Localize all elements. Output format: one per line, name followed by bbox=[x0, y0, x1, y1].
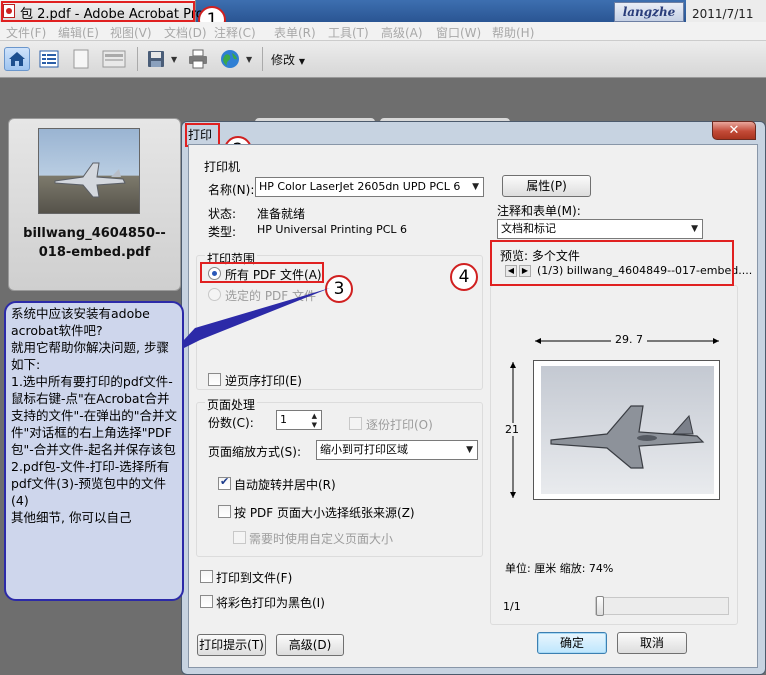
save-icon bbox=[148, 51, 164, 67]
annotation-number-4: 4 bbox=[450, 263, 478, 291]
status-value: 准备就绪 bbox=[257, 207, 306, 221]
preview-width-value: 29. 7 bbox=[611, 333, 647, 346]
choose-paper-checkbox[interactable] bbox=[218, 505, 231, 518]
menu-forms[interactable]: 表单(R) bbox=[274, 24, 316, 41]
close-button[interactable]: ✕ bbox=[712, 121, 756, 140]
menu-tools[interactable]: 工具(T) bbox=[328, 24, 369, 41]
slider-thumb[interactable] bbox=[596, 596, 604, 616]
collate-checkbox[interactable] bbox=[349, 417, 362, 430]
menu-comments[interactable]: 注释(C) bbox=[214, 24, 256, 41]
print-to-file-checkbox[interactable] bbox=[200, 570, 213, 583]
type-label: 类型: bbox=[208, 225, 237, 239]
spread-view-button[interactable] bbox=[100, 47, 126, 71]
page-view-button[interactable] bbox=[68, 47, 94, 71]
chevron-down-icon: ▼ bbox=[691, 224, 698, 234]
toolbar-separator bbox=[262, 47, 263, 71]
menu-document[interactable]: 文档(D) bbox=[164, 24, 207, 41]
annotation-box-1 bbox=[1, 1, 195, 22]
printer-name-value: HP Color LaserJet 2605dn UPD PCL 6 bbox=[259, 180, 461, 193]
advanced-button[interactable]: 高级(D) bbox=[276, 634, 344, 656]
globe-icon bbox=[221, 50, 239, 68]
ok-button[interactable]: 确定 bbox=[537, 632, 607, 654]
printer-name-label: 名称(N): bbox=[208, 183, 255, 197]
comments-forms-select[interactable]: 文档和标记 ▼ bbox=[497, 219, 703, 239]
file-thumbnail-name: billwang_4604850-- 018-embed.pdf bbox=[12, 224, 177, 262]
preview-page-number: 1/1 bbox=[503, 600, 521, 613]
status-label: 状态: bbox=[208, 207, 237, 221]
web-button[interactable] bbox=[217, 47, 243, 71]
scaling-value: 缩小到可打印区域 bbox=[320, 443, 408, 456]
list-view-button[interactable] bbox=[36, 47, 62, 71]
printer-icon bbox=[189, 49, 207, 69]
copies-value: 1 bbox=[280, 413, 287, 426]
preview-page-slider[interactable] bbox=[595, 596, 729, 616]
file-thumbnail-image bbox=[38, 128, 140, 214]
type-value: HP Universal Printing PCL 6 bbox=[257, 223, 408, 236]
home-icon bbox=[9, 52, 25, 66]
jet-image bbox=[550, 405, 705, 469]
properties-button[interactable]: 属性(P) bbox=[502, 175, 591, 197]
instruction-callout-text: 系统中应该安装有adobe acrobat软件吧? 就用它帮助你解决问题, 步骤… bbox=[11, 306, 178, 525]
cancel-button[interactable]: 取消 bbox=[617, 632, 687, 654]
file-name-line2: 018-embed.pdf bbox=[38, 245, 151, 260]
chevron-down-icon: ▼ bbox=[466, 445, 473, 455]
reverse-order-label[interactable]: 逆页序打印(E) bbox=[225, 372, 302, 389]
page-handling-label: 页面处理 bbox=[205, 396, 258, 413]
file-name-line1: billwang_4604850-- bbox=[23, 226, 166, 241]
menu-edit[interactable]: 编辑(E) bbox=[58, 24, 99, 41]
custom-size-label[interactable]: 需要时使用自定义页面大小 bbox=[249, 530, 393, 547]
scaling-select[interactable]: 缩小到可打印区域 ▼ bbox=[316, 440, 478, 460]
callout-pointer bbox=[170, 288, 330, 355]
spinner-icon[interactable]: ▲ ▼ bbox=[312, 412, 317, 429]
toolbar-separator bbox=[137, 47, 138, 71]
print-black-checkbox[interactable] bbox=[200, 595, 213, 608]
page-icon bbox=[73, 49, 89, 69]
comments-forms-label: 注释和表单(M): bbox=[497, 204, 581, 218]
copies-label: 份数(C): bbox=[208, 416, 254, 430]
list-view-icon bbox=[39, 50, 59, 68]
chevron-down-icon: ▼ bbox=[472, 182, 479, 192]
printer-section-label: 打印机 bbox=[204, 160, 241, 174]
home-button[interactable] bbox=[4, 47, 30, 71]
menu-view[interactable]: 视图(V) bbox=[110, 24, 152, 41]
save-dropdown-arrow[interactable]: ▼ bbox=[171, 55, 177, 64]
choose-paper-label[interactable]: 按 PDF 页面大小选择纸张来源(Z) bbox=[234, 504, 415, 521]
modify-menu[interactable]: 修改 ▼ bbox=[271, 51, 305, 68]
spread-icon bbox=[102, 50, 126, 68]
menu-advanced[interactable]: 高级(A) bbox=[381, 24, 423, 41]
preview-page-image bbox=[541, 366, 714, 494]
preview-height-value: 21 bbox=[505, 423, 519, 436]
collate-label[interactable]: 逐份打印(O) bbox=[366, 416, 433, 433]
menu-file[interactable]: 文件(F) bbox=[6, 24, 46, 41]
comments-forms-value: 文档和标记 bbox=[501, 222, 556, 235]
auto-rotate-label[interactable]: 自动旋转并居中(R) bbox=[234, 476, 336, 493]
menu-help[interactable]: 帮助(H) bbox=[492, 24, 534, 41]
annotation-box-4 bbox=[490, 240, 734, 286]
printer-name-select[interactable]: HP Color LaserJet 2605dn UPD PCL 6 ▼ bbox=[255, 177, 484, 197]
auto-rotate-checkbox[interactable] bbox=[218, 475, 231, 490]
copies-input[interactable]: 1 ▲ ▼ bbox=[276, 410, 322, 430]
preview-units-zoom: 单位: 厘米 缩放: 74% bbox=[505, 562, 614, 575]
jet-image bbox=[54, 162, 126, 198]
web-dropdown-arrow[interactable]: ▼ bbox=[246, 55, 252, 64]
reverse-order-checkbox[interactable] bbox=[208, 373, 221, 386]
print-black-label[interactable]: 将彩色打印为黑色(I) bbox=[216, 594, 325, 611]
print-tips-button[interactable]: 打印提示(T) bbox=[197, 634, 266, 656]
menu-window[interactable]: 窗口(W) bbox=[436, 24, 481, 41]
save-button[interactable] bbox=[143, 47, 169, 71]
print-button[interactable] bbox=[185, 47, 211, 71]
user-badge: langzhe bbox=[614, 2, 684, 22]
print-to-file-label[interactable]: 打印到文件(F) bbox=[216, 569, 292, 586]
modify-label: 修改 bbox=[271, 53, 296, 67]
custom-size-checkbox[interactable] bbox=[233, 531, 246, 544]
date-text: 2011/7/11 bbox=[692, 7, 754, 21]
scaling-label: 页面缩放方式(S): bbox=[208, 445, 302, 459]
chevron-down-icon: ▼ bbox=[298, 57, 305, 66]
